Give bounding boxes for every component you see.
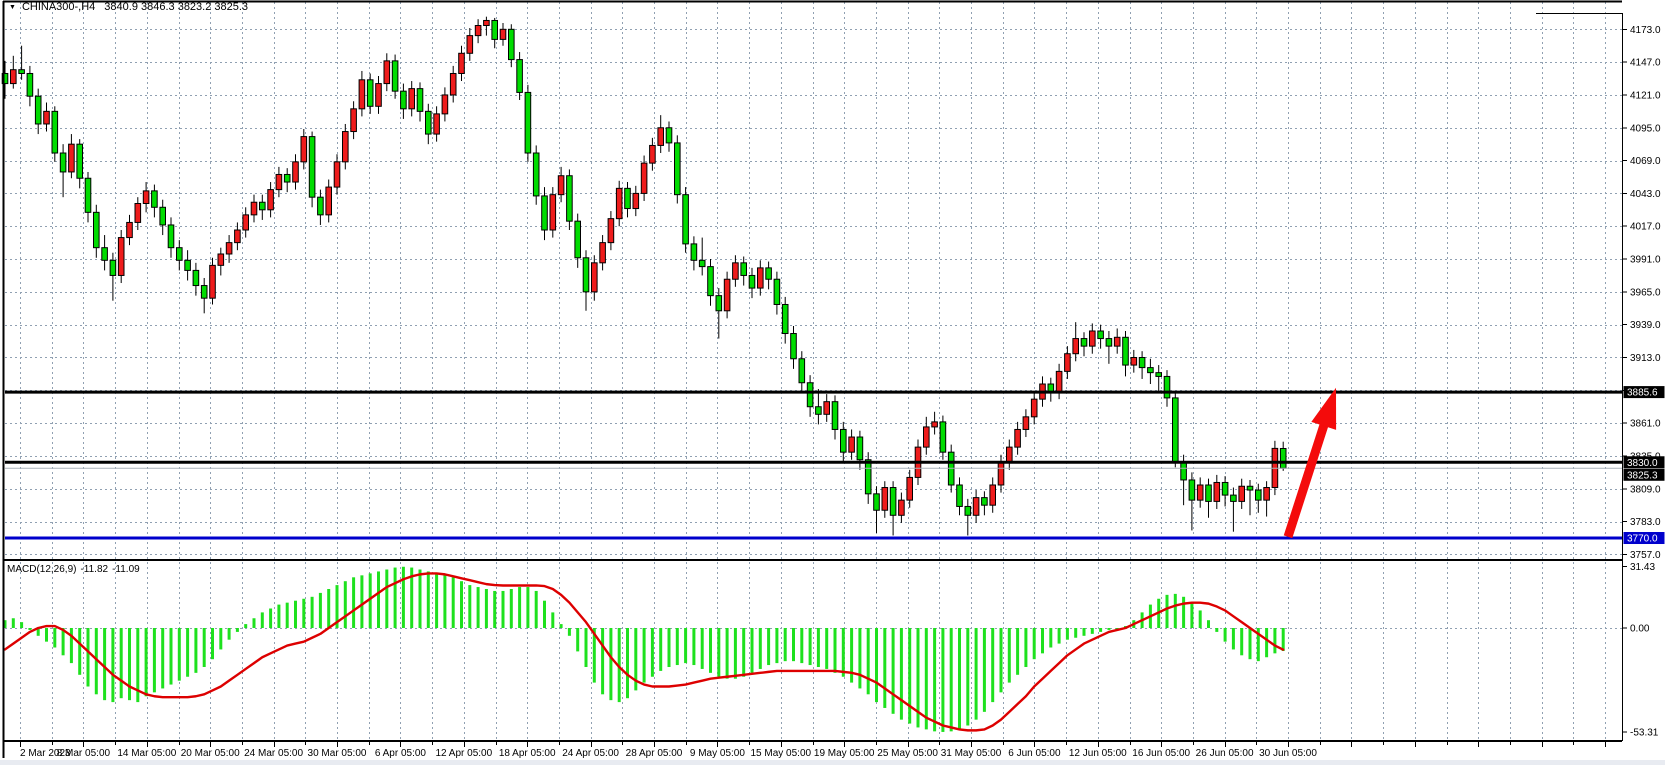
price-axis-label: 3939.0 [1630, 320, 1661, 331]
price-axis-label: 3965.0 [1630, 287, 1661, 298]
price-axis-label: 3861.0 [1630, 419, 1661, 430]
price-badge-text: 3830.0 [1627, 458, 1658, 469]
date-axis-label: 19 May 05:00 [814, 748, 875, 759]
date-axis-label: 31 May 05:00 [941, 748, 1002, 759]
symbol-period-label: CHINA300-,H4 [22, 1, 95, 13]
macd-indicator-label: MACD(12,26,9) -11.82 -11.09 [7, 564, 144, 575]
chart-window: 4173.0 4147.0 4121.0 4095.0 4069.0 4043.0 4017… [0, 0, 1665, 765]
price-axis-label: 4017.0 [1630, 222, 1661, 233]
date-axis-label: 28 Apr 05:00 [626, 748, 683, 759]
macd-value: -11.82 [80, 564, 108, 575]
macd-axis-label: 0.00 [1630, 624, 1650, 635]
price-axis-label: 4043.0 [1630, 189, 1661, 200]
chart-title: ▼ CHINA300-,H4 3840.9 3846.3 3823.2 3825.3 [7, 1, 248, 13]
price-axis-label: 4121.0 [1630, 90, 1661, 101]
date-axis-label: 6 Jun 05:00 [1008, 748, 1061, 759]
price-axis-label: 4173.0 [1630, 25, 1661, 36]
ohlc-values: 3840.9 3846.3 3823.2 3825.3 [104, 1, 248, 13]
date-axis-label: 12 Apr 05:00 [435, 748, 492, 759]
price-badge-text: 3885.6 [1627, 388, 1658, 399]
price-axis-label: 4095.0 [1630, 123, 1661, 134]
date-axis-label: 26 Jun 05:00 [1196, 748, 1254, 759]
date-axis-label: 25 May 05:00 [877, 748, 938, 759]
symbol-dropdown-icon[interactable]: ▼ [9, 4, 16, 11]
date-axis-label: 12 Jun 05:00 [1069, 748, 1127, 759]
date-axis-label: 9 May 05:00 [690, 748, 745, 759]
price-axis-label: 3991.0 [1630, 255, 1661, 266]
price-badge-text: 3770.0 [1627, 534, 1658, 545]
date-axis-label: 14 Mar 05:00 [117, 748, 176, 759]
date-axis-label: 24 Apr 05:00 [562, 748, 619, 759]
price-chart-canvas[interactable]: 4173.0 4147.0 4121.0 4095.0 4069.0 4043.0 4017… [0, 0, 1665, 765]
date-axis-label: 18 Apr 05:00 [499, 748, 556, 759]
date-axis-label: 15 May 05:00 [750, 748, 811, 759]
price-badge-text: 3825.3 [1627, 470, 1658, 481]
date-axis-label: 24 Mar 05:00 [244, 748, 303, 759]
macd-signal-value: -11.09 [112, 564, 140, 575]
price-axis-label: 3913.0 [1630, 353, 1661, 364]
date-axis-label: 20 Mar 05:00 [181, 748, 240, 759]
date-axis-label: 8 Mar 05:00 [57, 748, 111, 759]
price-axis-label: 3783.0 [1630, 517, 1661, 528]
date-axis-label: 6 Apr 05:00 [375, 748, 427, 759]
macd-axis-label: -53.31 [1630, 727, 1659, 738]
macd-axis-label: 31.43 [1630, 562, 1655, 573]
date-axis-label: 30 Mar 05:00 [308, 748, 367, 759]
price-axis-label: 3757.0 [1630, 550, 1661, 561]
macd-name: MACD(12,26,9) [7, 564, 76, 575]
price-axis-label: 3809.0 [1630, 484, 1661, 495]
date-axis-label: 16 Jun 05:00 [1132, 748, 1190, 759]
price-axis-label: 4069.0 [1630, 156, 1661, 167]
date-axis-label: 30 Jun 05:00 [1259, 748, 1317, 759]
price-axis-label: 4147.0 [1630, 58, 1661, 69]
